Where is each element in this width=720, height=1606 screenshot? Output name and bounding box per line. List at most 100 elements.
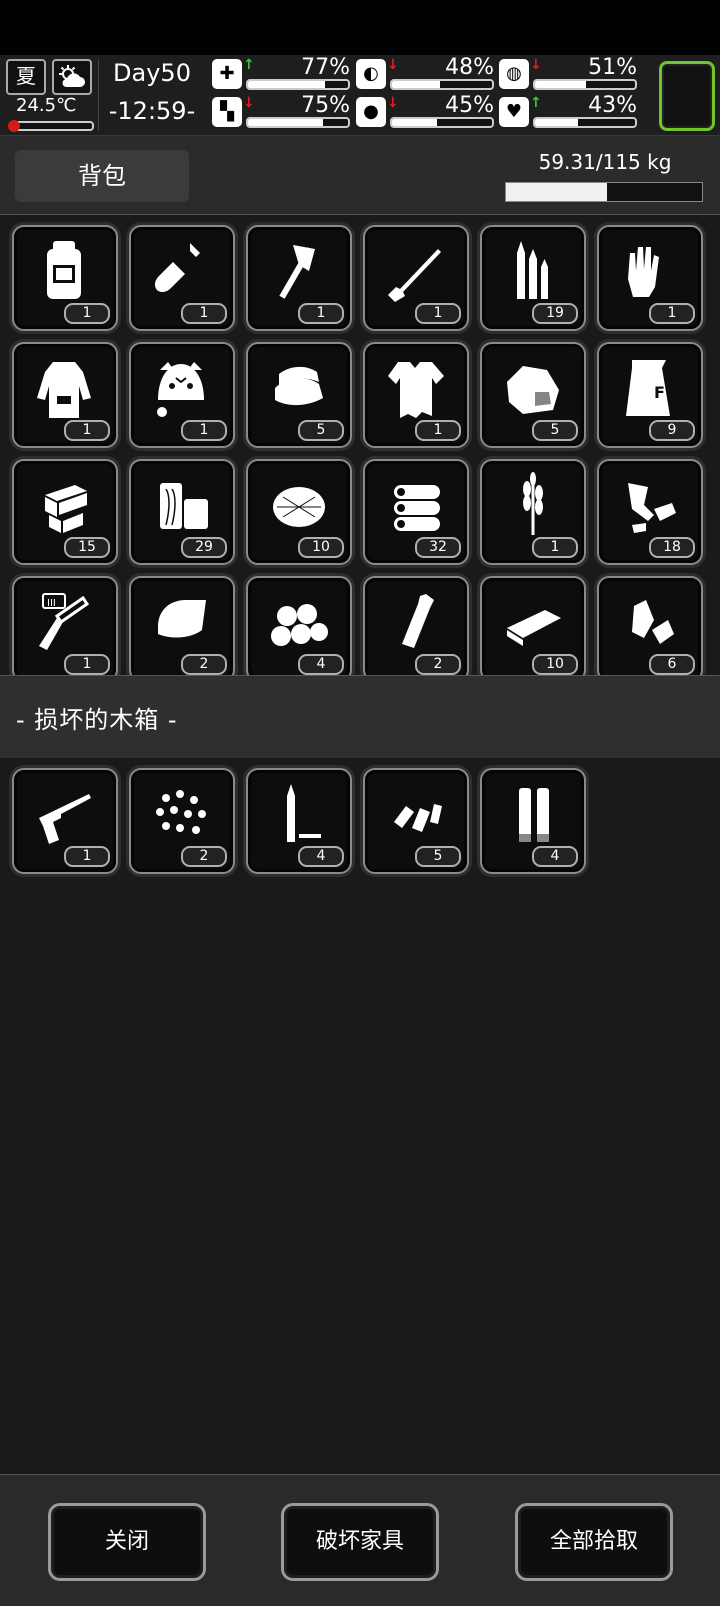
inventory-slot[interactable]: 1 [363, 225, 469, 331]
item-count: 10 [532, 654, 578, 675]
temperature-bulb [8, 120, 20, 132]
revolver-icon [14, 778, 116, 848]
hoodie-icon [14, 352, 116, 422]
arrow-up-icon: ↑ [530, 95, 542, 111]
stat-bar-fill [535, 119, 578, 126]
inventory-slot[interactable]: 15 [12, 459, 118, 565]
inventory-slot[interactable]: 1 [12, 768, 118, 874]
inventory-slot[interactable]: 5 [246, 342, 352, 448]
stat-value: 51% [588, 55, 637, 80]
item-count: 1 [64, 654, 110, 675]
logs-icon [365, 469, 467, 539]
inventory-slot[interactable]: 4 [246, 576, 352, 675]
backpack-icon [14, 235, 116, 305]
stat-heart: ♥ ↑ 43% [499, 93, 639, 131]
torn-shirt-icon [365, 352, 467, 422]
arrow-up-icon: ↑ [243, 57, 255, 73]
inventory-slot[interactable]: 2 [129, 576, 235, 675]
item-count: 1 [532, 537, 578, 558]
stat-bar-fill [248, 81, 325, 88]
quick-slot[interactable] [659, 61, 715, 131]
action-bar: 关闭 破坏家具 全部拾取 [0, 1474, 720, 1606]
item-count: 1 [64, 303, 110, 324]
water-drop-icon: ● [356, 97, 386, 127]
inventory-slot[interactable]: 1 [597, 225, 703, 331]
fiber-bundle-icon [248, 469, 350, 539]
inventory-slot[interactable]: 10 [246, 459, 352, 565]
item-count: 1 [649, 303, 695, 324]
inventory-slot[interactable]: 1 [246, 225, 352, 331]
inventory-slot[interactable]: 5 [480, 342, 586, 448]
item-count: 1 [415, 303, 461, 324]
potatoes-icon [248, 586, 350, 656]
backpack-inventory[interactable]: 1 1 1 1 19 1 1 1 5 1 5 F 9 15 29 10 32 1 18 III 1 2 4 2 10 6 [0, 215, 720, 675]
inventory-slot[interactable]: 18 [597, 459, 703, 565]
inventory-slot[interactable]: 32 [363, 459, 469, 565]
inventory-slot[interactable]: 1 [363, 342, 469, 448]
inventory-slot[interactable]: 29 [129, 459, 235, 565]
gloves-icon [599, 235, 701, 305]
stat-bar [390, 117, 494, 128]
item-count: 5 [532, 420, 578, 441]
stat-bar [533, 79, 637, 90]
item-count: 6 [649, 654, 695, 675]
arrow-down-icon: ↓ [387, 95, 399, 111]
stat-value: 45% [445, 93, 494, 118]
wood-blocks-icon [131, 469, 233, 539]
scrap-icon [599, 469, 701, 539]
stat-hunger: ◐ ↓ 48% [356, 55, 496, 93]
arrow-down-icon: ↓ [387, 57, 399, 73]
game-screen: 夏 24.5℃ Day50 -12:59- ✚ ↑ 77% ◐ ↓ 48% ◍ ↓ 51% ▚ ↓ 7… [0, 0, 720, 1606]
inventory-slot[interactable]: 1 [12, 225, 118, 331]
meat-icon [482, 352, 584, 422]
container-header: - 损坏的木箱 - [0, 675, 720, 759]
inventory-slot[interactable]: 2 [129, 768, 235, 874]
planks-icon [14, 469, 116, 539]
destroy-furniture-button[interactable]: 破坏家具 [281, 1503, 439, 1581]
item-count: 2 [415, 654, 461, 675]
status-hud: 夏 24.5℃ Day50 -12:59- ✚ ↑ 77% ◐ ↓ 48% ◍ ↓ 51% ▚ ↓ 7… [0, 55, 720, 136]
inventory-slot[interactable]: 5 [363, 768, 469, 874]
inventory-slot[interactable]: 1 [129, 225, 235, 331]
item-count: 9 [649, 420, 695, 441]
item-count: 2 [181, 846, 227, 867]
mood-icon: ◍ [499, 59, 529, 89]
inventory-slot[interactable]: 4 [246, 768, 352, 874]
stomach-icon: ◐ [356, 59, 386, 89]
inventory-slot[interactable]: 1 [129, 342, 235, 448]
stat-stamina: ▚ ↓ 75% [212, 93, 352, 131]
bottle-icon [365, 586, 467, 656]
container-inventory[interactable]: 1 2 4 5 4 [0, 758, 720, 1474]
flour-sack-icon: F [599, 352, 701, 422]
item-count: 5 [415, 846, 461, 867]
inventory-slot[interactable]: 10 [480, 576, 586, 675]
shovel-icon [131, 235, 233, 305]
inventory-slot[interactable]: 19 [480, 225, 586, 331]
carry-weight-bar [505, 182, 703, 202]
stat-bar [533, 117, 637, 128]
backpack-tab[interactable]: 背包 [15, 150, 189, 202]
item-count: 1 [64, 420, 110, 441]
item-count: 15 [64, 537, 110, 558]
inventory-slot[interactable]: F9 [597, 342, 703, 448]
item-count: 10 [298, 537, 344, 558]
inventory-slot[interactable]: 2 [363, 576, 469, 675]
trash-icon [599, 586, 701, 656]
inventory-slot[interactable]: 1 [480, 459, 586, 565]
inventory-slot[interactable]: 1 [12, 342, 118, 448]
close-button[interactable]: 关闭 [48, 1503, 206, 1581]
item-count: 1 [181, 420, 227, 441]
folded-cloth-icon [248, 352, 350, 422]
rifle-bullet-icon [248, 778, 350, 848]
stat-health: ✚ ↑ 77% [212, 55, 352, 93]
weather-icon [52, 59, 92, 95]
stat-mood: ◍ ↓ 51% [499, 55, 639, 93]
inventory-slot[interactable]: III 1 [12, 576, 118, 675]
inventory-slot[interactable]: 6 [597, 576, 703, 675]
medkit-icon: ✚ [212, 59, 242, 89]
inventory-slot[interactable]: 4 [480, 768, 586, 874]
stat-bar [246, 79, 350, 90]
temperature-bar [8, 120, 94, 132]
take-all-button[interactable]: 全部拾取 [515, 1503, 673, 1581]
heart-icon: ♥ [499, 97, 529, 127]
